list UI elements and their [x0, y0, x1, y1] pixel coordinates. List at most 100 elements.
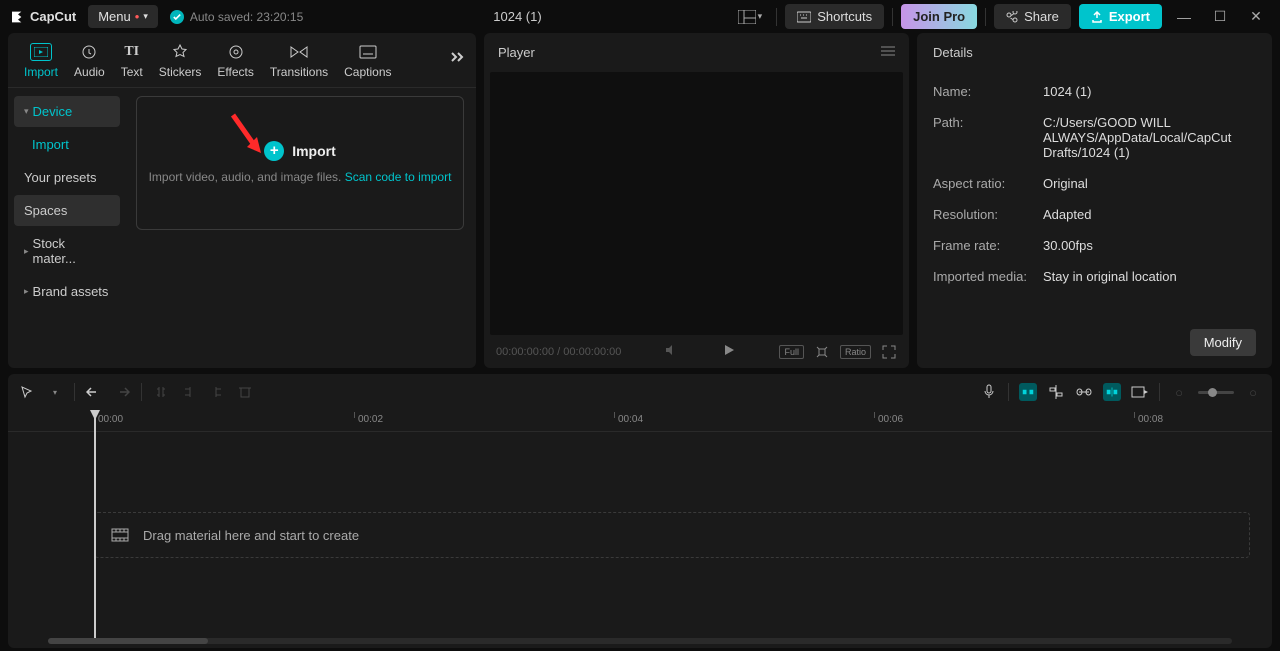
zoom-slider[interactable] [1198, 391, 1234, 394]
ratio-button[interactable]: Ratio [840, 345, 871, 359]
media-sidebar: ▾Device Import Your presets Spaces ▸Stoc… [8, 88, 126, 368]
media-tabs: Import Audio TI Text Stickers Effects Tr… [8, 33, 476, 88]
import-dropzone[interactable]: + Import Import video, audio, and image … [136, 96, 464, 230]
magnet-main-button[interactable] [1019, 383, 1037, 401]
player-panel: Player 00:00:00:00 / 00:00:00:00 Full Ra… [484, 33, 909, 368]
dropzone-hint: Drag material here and start to create [143, 528, 359, 543]
chevron-down-icon: ▾ [758, 11, 763, 22]
sidebar-item-spaces[interactable]: Spaces [14, 195, 120, 226]
minimize-button[interactable]: — [1170, 3, 1198, 31]
import-description: Import video, audio, and image files. Sc… [149, 169, 452, 186]
timeline-ruler[interactable]: 00:00 00:02 00:04 00:06 00:08 [8, 410, 1272, 432]
playhead[interactable] [94, 412, 96, 642]
titlebar: CapCut Menu • ▾ Auto saved: 23:20:15 102… [0, 0, 1280, 33]
scan-code-link[interactable]: Scan code to import [345, 170, 452, 184]
delete-button[interactable] [236, 383, 254, 401]
chevron-down-icon: ▾ [143, 11, 148, 22]
preview-axis-button[interactable] [1103, 383, 1121, 401]
tab-captions[interactable]: Captions [336, 39, 399, 87]
split-button[interactable] [152, 383, 170, 401]
sidebar-item-stock[interactable]: ▸Stock mater... [14, 228, 120, 274]
undo-icon [86, 385, 102, 399]
undo-button[interactable] [85, 383, 103, 401]
align-icon [1048, 385, 1064, 399]
fullscreen-button[interactable] [881, 344, 897, 360]
layout-button[interactable]: ▾ [732, 6, 769, 28]
audio-icon [78, 43, 100, 61]
trim-left-icon [182, 385, 196, 399]
project-title: 1024 (1) [315, 9, 719, 24]
ruler-tick: 00:00 [98, 414, 123, 425]
timeline-dropzone[interactable]: Drag material here and start to create [94, 512, 1250, 558]
keyboard-icon [797, 11, 811, 23]
tab-effects[interactable]: Effects [209, 39, 261, 87]
detail-label: Name: [933, 84, 1043, 99]
chevron-right-double-icon [450, 51, 466, 63]
play-icon [722, 343, 736, 357]
effects-icon [225, 43, 247, 61]
sidebar-item-import[interactable]: Import [14, 129, 120, 160]
detail-label: Imported media: [933, 269, 1043, 284]
ruler-tick: 00:04 [618, 414, 643, 425]
detail-value: Stay in original location [1043, 269, 1256, 284]
redo-button[interactable] [113, 383, 131, 401]
captions-icon [357, 43, 379, 61]
export-button[interactable]: Export [1079, 4, 1162, 29]
cover-icon [1131, 386, 1149, 398]
dot-icon: • [135, 9, 140, 24]
link-icon [1076, 387, 1092, 397]
play-button[interactable] [722, 343, 736, 360]
zoom-out-button[interactable]: ○ [1170, 383, 1188, 401]
mic-button[interactable] [980, 383, 998, 401]
player-menu-button[interactable] [881, 45, 895, 60]
modify-button[interactable]: Modify [1190, 329, 1256, 356]
tab-text[interactable]: TI Text [113, 39, 151, 87]
tab-transitions[interactable]: Transitions [262, 39, 336, 87]
delete-right-button[interactable] [208, 383, 226, 401]
join-pro-button[interactable]: Join Pro [901, 4, 977, 29]
layout-icon [738, 10, 756, 24]
magnet-track-button[interactable] [1047, 383, 1065, 401]
share-icon [1006, 11, 1018, 23]
share-button[interactable]: Share [994, 4, 1071, 29]
player-title: Player [498, 45, 535, 60]
media-panel: Import Audio TI Text Stickers Effects Tr… [8, 33, 476, 368]
timeline-scrollbar[interactable] [48, 638, 1232, 644]
timeline[interactable]: 00:00 00:02 00:04 00:06 00:08 Drag mater… [8, 410, 1272, 648]
menu-button[interactable]: Menu • ▾ [88, 5, 158, 28]
tab-audio[interactable]: Audio [66, 39, 113, 87]
shortcuts-button[interactable]: Shortcuts [785, 4, 884, 29]
maximize-button[interactable]: ☐ [1206, 3, 1234, 31]
sidebar-item-brand[interactable]: ▸Brand assets [14, 276, 120, 307]
player-viewport[interactable] [490, 72, 903, 335]
full-button[interactable]: Full [779, 345, 804, 359]
details-panel: Details Name:1024 (1) Path:C:/Users/GOOD… [917, 33, 1272, 368]
app-name: CapCut [30, 9, 76, 24]
detail-value: Adapted [1043, 207, 1256, 222]
more-tabs-button[interactable] [450, 51, 466, 66]
crop-button[interactable] [814, 344, 830, 360]
annotation-arrow-icon [227, 111, 269, 161]
pointer-dropdown[interactable]: ▾ [46, 383, 64, 401]
sidebar-item-presets[interactable]: Your presets [14, 162, 120, 193]
tab-stickers[interactable]: Stickers [151, 39, 210, 87]
detail-label: Path: [933, 115, 1043, 160]
delete-left-button[interactable] [180, 383, 198, 401]
crop-icon [815, 345, 829, 359]
pointer-tool[interactable] [18, 383, 36, 401]
ruler-tick: 00:02 [358, 414, 383, 425]
preview-icon [1106, 386, 1118, 398]
close-button[interactable]: ✕ [1242, 3, 1270, 31]
trash-icon [239, 385, 251, 399]
sidebar-item-device[interactable]: ▾Device [14, 96, 120, 127]
detail-value: 30.00fps [1043, 238, 1256, 253]
link-button[interactable] [1075, 383, 1093, 401]
magnet-icon [1022, 386, 1034, 398]
zoom-in-button[interactable]: ○ [1244, 383, 1262, 401]
mic-icon [983, 384, 995, 400]
volume-icon[interactable] [665, 344, 679, 359]
cover-button[interactable] [1131, 383, 1149, 401]
stickers-icon [169, 43, 191, 61]
detail-label: Frame rate: [933, 238, 1043, 253]
tab-import[interactable]: Import [16, 39, 66, 87]
